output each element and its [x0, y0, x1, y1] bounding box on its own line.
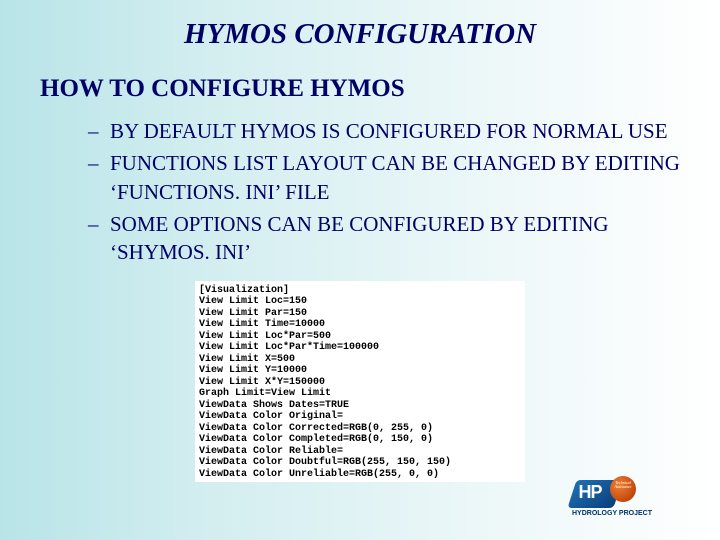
logo-badge-icon: Technical Assistance: [610, 476, 636, 502]
ini-config-block: [Visualization] View Limit Loc=150 View …: [195, 281, 525, 483]
slide: HYMOS CONFIGURATION HOW TO CONFIGURE HYM…: [0, 0, 720, 540]
list-item: SOME OPTIONS CAN BE CONFIGURED BY EDITIN…: [88, 210, 680, 267]
ini-line: View Limit Time=10000: [199, 319, 521, 331]
ini-line: ViewData Color Reliable=: [199, 446, 521, 458]
bullet-list: BY DEFAULT HYMOS IS CONFIGURED FOR NORMA…: [88, 117, 680, 267]
ini-line: ViewData Color Completed=RGB(0, 150, 0): [199, 434, 521, 446]
list-item: BY DEFAULT HYMOS IS CONFIGURED FOR NORMA…: [88, 117, 680, 145]
logo-caption: HYDROLOGY PROJECT: [572, 510, 652, 517]
ini-line: View Limit Y=10000: [199, 365, 521, 377]
ini-line: ViewData Color Doubtful=RGB(255, 150, 15…: [199, 457, 521, 469]
ini-line: View Limit Loc=150: [199, 296, 521, 308]
ini-line: ViewData Color Unreliable=RGB(255, 0, 0): [199, 469, 521, 481]
ini-line: View Limit X=500: [199, 354, 521, 366]
ini-line: [Visualization]: [199, 285, 521, 297]
logo-badge-text: Technical Assistance: [610, 481, 636, 489]
ini-line: View Limit Loc*Par=500: [199, 331, 521, 343]
ini-line: Graph Limit=View Limit: [199, 388, 521, 400]
ini-line: ViewData Color Original=: [199, 411, 521, 423]
ini-line: ViewData Color Corrected=RGB(0, 255, 0): [199, 423, 521, 435]
ini-line: View Limit Par=150: [199, 308, 521, 320]
hydrology-project-logo: HP Technical Assistance HYDROLOGY PROJEC…: [572, 480, 692, 528]
logo-hp-text: HP: [578, 482, 601, 503]
ini-line: View Limit X*Y=150000: [199, 377, 521, 389]
list-item: FUNCTIONS LIST LAYOUT CAN BE CHANGED BY …: [88, 149, 680, 206]
ini-line: ViewData Shows Dates=TRUE: [199, 400, 521, 412]
slide-title: HYMOS CONFIGURATION: [40, 18, 680, 51]
slide-subtitle: HOW TO CONFIGURE HYMOS: [40, 75, 680, 103]
ini-line: View Limit Loc*Par*Time=100000: [199, 342, 521, 354]
